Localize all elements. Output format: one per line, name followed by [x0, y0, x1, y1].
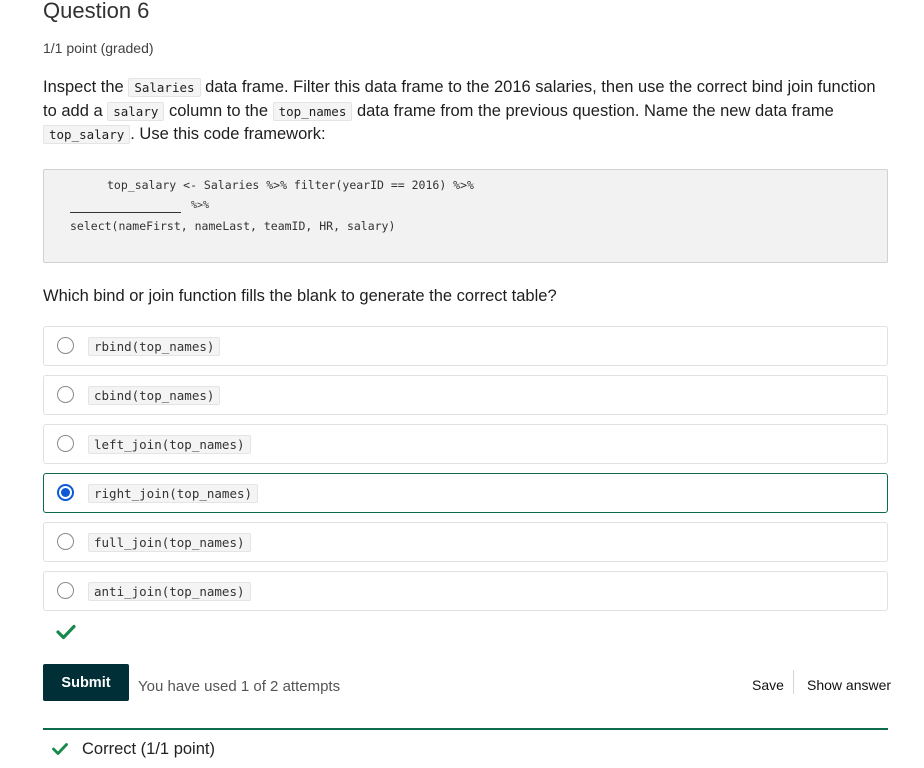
points-label: 1/1 point (graded): [43, 40, 154, 56]
divider: [793, 670, 794, 694]
choice-label: rbind(top_names): [88, 337, 221, 356]
choice-option[interactable]: full_join(top_names): [43, 522, 888, 562]
choice-label: cbind(top_names): [88, 386, 221, 405]
radio-button[interactable]: [57, 582, 74, 599]
code-line-2: %>%: [191, 200, 210, 211]
choice-option[interactable]: cbind(top_names): [43, 375, 888, 415]
radio-button[interactable]: [57, 386, 74, 403]
inline-code: top_names: [272, 101, 353, 121]
choice-option[interactable]: anti_join(top_names): [43, 571, 888, 611]
checkmark-icon: [56, 624, 76, 640]
feedback-divider: [43, 728, 888, 730]
radio-button[interactable]: [57, 484, 74, 501]
problem-prompt: Inspect the Salaries data frame. Filter …: [43, 76, 893, 147]
save-button[interactable]: Save: [752, 677, 784, 693]
prompt-text: . Use this code framework:: [130, 125, 326, 143]
choice-label: left_join(top_names): [88, 435, 251, 454]
choice-label: anti_join(top_names): [88, 582, 251, 601]
inline-code: salary: [107, 101, 165, 121]
prompt-text: data frame from the previous question. N…: [352, 101, 834, 120]
question-text: Which bind or join function fills the bl…: [43, 287, 557, 305]
code-line-3: select(nameFirst, nameLast, teamID, HR, …: [70, 219, 396, 233]
choice-option[interactable]: right_join(top_names): [43, 473, 888, 513]
choice-option[interactable]: left_join(top_names): [43, 424, 888, 464]
choice-option[interactable]: rbind(top_names): [43, 326, 888, 366]
checkmark-icon: [52, 743, 68, 755]
prompt-text: column to the: [164, 101, 273, 120]
choice-label: right_join(top_names): [88, 484, 259, 503]
choice-label: full_join(top_names): [88, 533, 251, 552]
submit-button[interactable]: Submit: [43, 664, 129, 701]
code-blank: [70, 212, 181, 213]
show-answer-button[interactable]: Show answer: [807, 677, 891, 693]
problem-title: Question 6: [43, 0, 150, 23]
radio-button[interactable]: [57, 435, 74, 452]
feedback-message: Correct (1/1 point): [82, 740, 215, 758]
inline-code: Salaries: [128, 78, 201, 97]
radio-button[interactable]: [57, 533, 74, 550]
code-block: top_salary <- Salaries %>% filter(yearID…: [43, 169, 888, 263]
prompt-text: Inspect the: [43, 78, 129, 96]
code-line-1: top_salary <- Salaries %>% filter(yearID…: [107, 178, 474, 192]
radio-button[interactable]: [57, 337, 74, 354]
attempts-text: You have used 1 of 2 attempts: [138, 678, 341, 695]
inline-code: top_salary: [43, 125, 131, 144]
